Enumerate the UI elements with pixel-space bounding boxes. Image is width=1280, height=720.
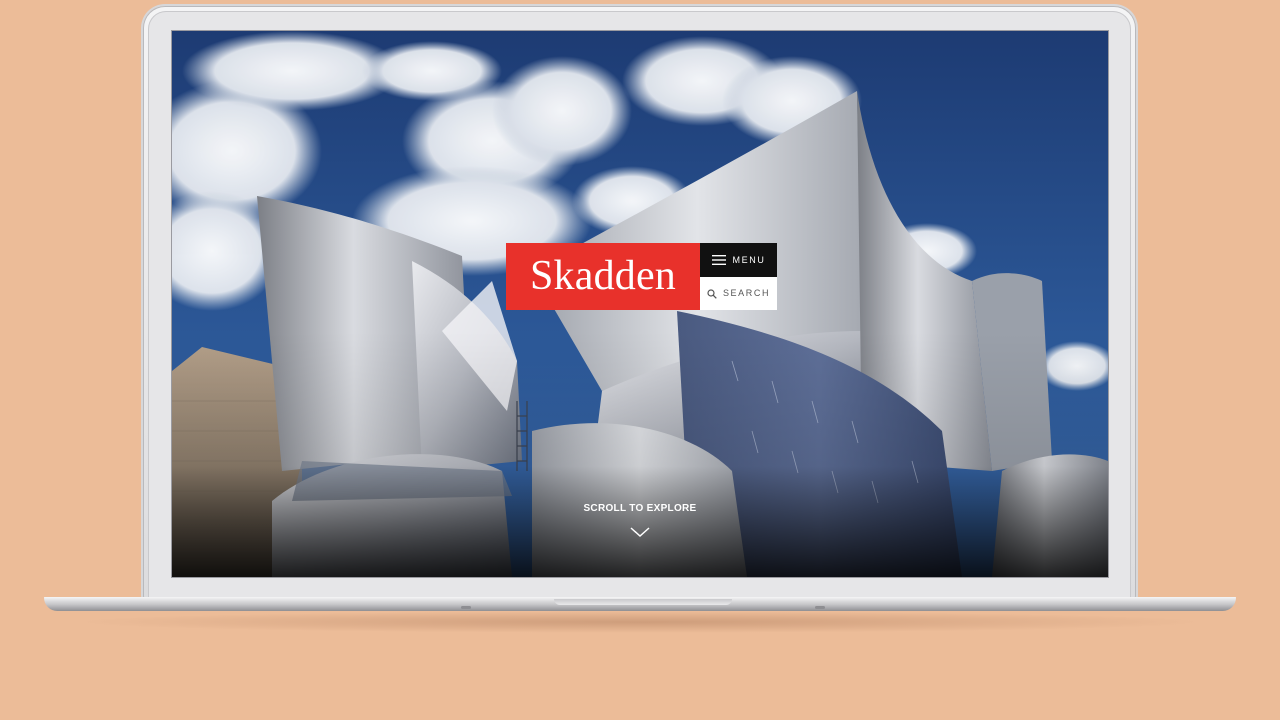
laptop-notch (554, 599, 732, 605)
laptop-shadow (70, 611, 1210, 633)
laptop-foot (815, 606, 825, 609)
scroll-label: SCROLL TO EXPLORE (583, 503, 697, 514)
presentation-stage: Skadden MENU SEARCH SCROLL TO EXPLORE (0, 0, 1280, 720)
search-label: SEARCH (722, 288, 771, 298)
menu-button[interactable]: MENU (700, 243, 777, 277)
brand-logo[interactable]: Skadden (506, 243, 700, 310)
scroll-to-explore[interactable]: SCROLL TO EXPLORE (540, 503, 740, 538)
laptop-screen: Skadden MENU SEARCH SCROLL TO EXPLORE (172, 31, 1108, 577)
chevron-down-icon (630, 527, 650, 538)
search-icon (707, 288, 717, 299)
menu-label: MENU (732, 254, 766, 265)
brand-name: Skadden (529, 252, 677, 299)
laptop-foot (461, 606, 471, 609)
hamburger-icon (711, 255, 726, 265)
search-button[interactable]: SEARCH (700, 277, 777, 310)
